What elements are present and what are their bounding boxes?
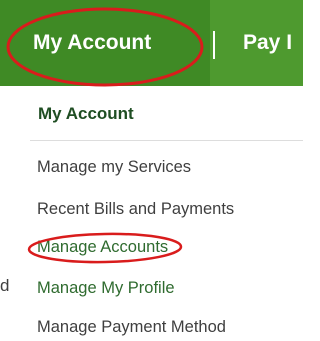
menu-item-manage-payment-method[interactable]: Manage Payment Method xyxy=(37,318,226,337)
nav-tab-my-account-label: My Account xyxy=(33,31,152,54)
menu-item-manage-my-profile[interactable]: Manage My Profile xyxy=(37,279,175,298)
nav-tab-my-account[interactable]: My Account xyxy=(0,0,210,86)
menu-item-recent-bills-and-payments[interactable]: Recent Bills and Payments xyxy=(37,200,234,219)
menu-item-manage-accounts[interactable]: Manage Accounts xyxy=(37,238,168,257)
nav-tab-pay[interactable]: Pay I xyxy=(243,0,292,86)
top-navigation-bar: My Account Pay I xyxy=(0,0,303,86)
nav-separator xyxy=(213,31,215,59)
menu-heading: My Account xyxy=(38,104,134,123)
menu-item-manage-my-services[interactable]: Manage my Services xyxy=(37,158,191,177)
menu-divider xyxy=(30,140,303,141)
clipped-text-fragment: d xyxy=(0,276,10,295)
nav-tab-pay-label: Pay I xyxy=(243,31,293,54)
